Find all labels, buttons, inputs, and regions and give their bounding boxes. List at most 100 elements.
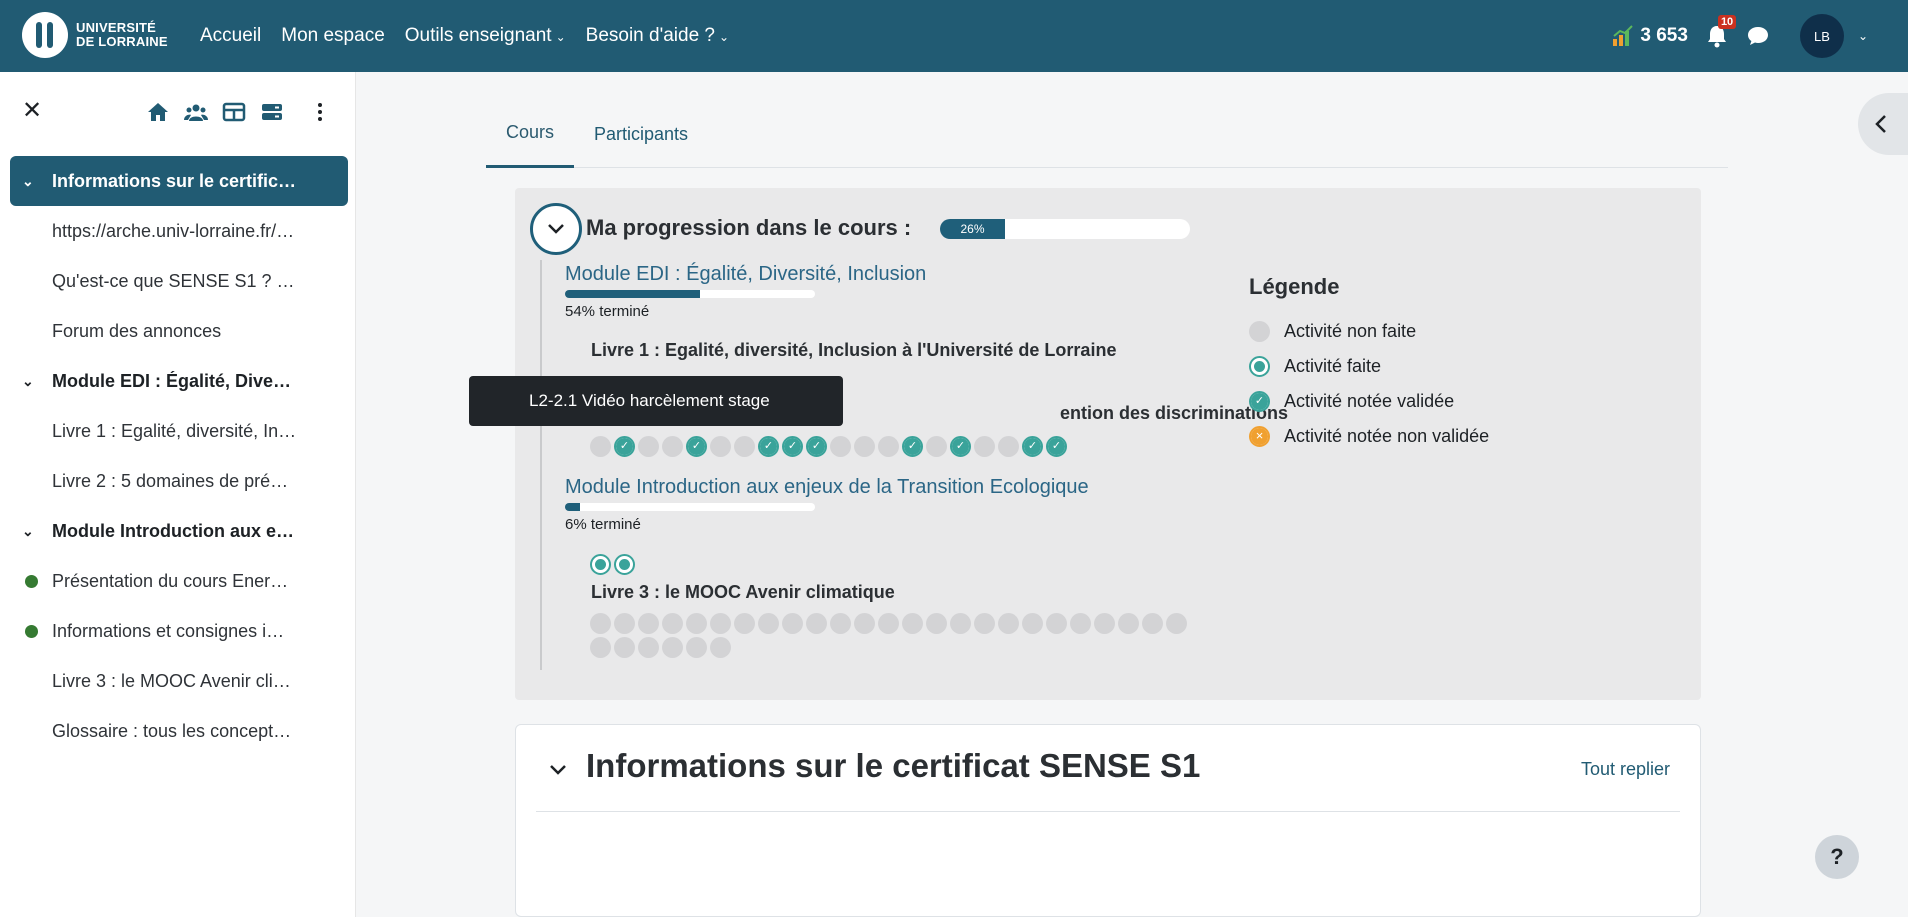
activity-status-icon[interactable] bbox=[590, 436, 611, 457]
activity-status-icon[interactable] bbox=[710, 436, 731, 457]
activity-status-icon[interactable] bbox=[902, 613, 923, 634]
activity-status-icon[interactable] bbox=[1166, 613, 1187, 634]
activity-status-icon[interactable] bbox=[758, 436, 779, 457]
activity-status-icon[interactable] bbox=[1046, 436, 1067, 457]
chevron-down-icon[interactable]: ⌄ bbox=[22, 173, 42, 190]
activity-status-icon[interactable] bbox=[854, 613, 875, 634]
activity-status-icon[interactable] bbox=[830, 613, 851, 634]
activity-status-icon[interactable] bbox=[662, 613, 683, 634]
activity-status-icon[interactable] bbox=[614, 613, 635, 634]
sidebar-activity[interactable]: Livre 3 : le MOOC Avenir cli… bbox=[10, 656, 348, 706]
users-icon[interactable] bbox=[184, 100, 208, 124]
sidebar-activity[interactable]: Forum des annonces bbox=[10, 306, 348, 356]
section-chevron-icon[interactable] bbox=[548, 761, 568, 782]
nav-accueil[interactable]: Accueil bbox=[200, 25, 261, 47]
legend-title: Légende bbox=[1249, 274, 1340, 299]
activity-status-icon[interactable] bbox=[782, 436, 803, 457]
activity-status-icon[interactable] bbox=[878, 613, 899, 634]
activity-status-icon[interactable] bbox=[734, 436, 755, 457]
activity-status-icon[interactable] bbox=[590, 613, 611, 634]
activity-status-icon[interactable] bbox=[1094, 613, 1115, 634]
activity-status-icon[interactable] bbox=[782, 613, 803, 634]
chevron-down-icon[interactable]: ⌄ bbox=[22, 373, 42, 390]
sidebar-item-label: Informations et consignes i… bbox=[52, 620, 285, 641]
activity-status-icon[interactable] bbox=[806, 613, 827, 634]
activity-status-icon[interactable] bbox=[758, 613, 779, 634]
user-menu-chevron-icon[interactable]: ⌄ bbox=[1858, 29, 1868, 43]
more-options-icon[interactable] bbox=[308, 100, 332, 124]
activity-status-icon[interactable] bbox=[1070, 613, 1091, 634]
home-icon[interactable] bbox=[146, 100, 170, 124]
activity-status-icon[interactable] bbox=[950, 436, 971, 457]
messages-button[interactable] bbox=[1746, 25, 1770, 47]
activity-status-icon[interactable] bbox=[734, 613, 755, 634]
sidebar-activity[interactable]: Présentation du cours Ener… bbox=[10, 556, 348, 606]
activity-status-icon[interactable] bbox=[614, 436, 635, 457]
university-logo[interactable]: UNIVERSITÉ DE LORRAINE bbox=[22, 12, 168, 58]
activity-status-icon[interactable] bbox=[1046, 613, 1067, 634]
activity-status-icon[interactable] bbox=[710, 637, 731, 658]
activity-status-icon[interactable] bbox=[638, 613, 659, 634]
activity-status-icon[interactable] bbox=[614, 637, 635, 658]
activity-status-icon[interactable] bbox=[998, 436, 1019, 457]
sidebar-activity[interactable]: Livre 2 : 5 domaines de pré… bbox=[10, 456, 348, 506]
activity-status-icon[interactable] bbox=[998, 613, 1019, 634]
notifications-button[interactable]: 10 bbox=[1706, 15, 1737, 48]
sidebar-activity[interactable]: Livre 1 : Egalité, diversité, In… bbox=[10, 406, 348, 456]
tab-cours[interactable]: Cours bbox=[486, 100, 575, 168]
activity-status-icon[interactable] bbox=[710, 613, 731, 634]
legend: Légende Activité non faite Activité fait… bbox=[1249, 274, 1489, 454]
activity-status-icon[interactable] bbox=[590, 637, 611, 658]
sidebar-activity[interactable]: https://arche.univ-lorraine.fr/… bbox=[10, 206, 348, 256]
user-avatar[interactable]: LB bbox=[1799, 14, 1844, 58]
activity-status-icon[interactable] bbox=[614, 554, 635, 575]
module-edi: Module EDI : Égalité, Diversité, Inclusi… bbox=[565, 263, 926, 320]
activity-status-icon[interactable] bbox=[1022, 613, 1043, 634]
sidebar-section[interactable]: ⌄ Informations sur le certific… bbox=[10, 156, 348, 206]
activity-status-icon[interactable] bbox=[590, 554, 611, 575]
sidebar-activity[interactable]: Glossaire : tous les concept… bbox=[10, 706, 348, 756]
module-title[interactable]: Module EDI : Égalité, Diversité, Inclusi… bbox=[565, 263, 926, 286]
activity-status-icon[interactable] bbox=[926, 436, 947, 457]
activity-status-icon[interactable] bbox=[830, 436, 851, 457]
activity-status-icon[interactable] bbox=[1142, 613, 1163, 634]
activity-status-icon[interactable] bbox=[1022, 436, 1043, 457]
activity-status-icon[interactable] bbox=[974, 613, 995, 634]
activity-status-icon[interactable] bbox=[638, 436, 659, 457]
sidebar-section[interactable]: ⌄ Module Introduction aux e… bbox=[10, 506, 348, 556]
nav-besoin-aide[interactable]: Besoin d'aide ? ⌄ bbox=[586, 25, 729, 47]
open-block-drawer-button[interactable] bbox=[1858, 93, 1908, 155]
nav-mon-espace[interactable]: Mon espace bbox=[281, 25, 385, 47]
notification-count-badge: 10 bbox=[1717, 15, 1737, 29]
activity-status-icon[interactable] bbox=[686, 637, 707, 658]
grades-table-icon[interactable] bbox=[222, 100, 246, 124]
help-button[interactable]: ? bbox=[1815, 835, 1859, 879]
activity-status-icon[interactable] bbox=[662, 637, 683, 658]
sidebar-activity[interactable]: Informations et consignes i… bbox=[10, 606, 348, 656]
sidebar-activity[interactable]: Qu'est-ce que SENSE S1 ? … bbox=[10, 256, 348, 306]
collapse-progress-button[interactable] bbox=[530, 203, 582, 255]
close-drawer-icon[interactable]: ✕ bbox=[22, 96, 42, 126]
activity-status-icon[interactable] bbox=[854, 436, 875, 457]
collapse-all-link[interactable]: Tout replier bbox=[1581, 759, 1670, 780]
activity-status-icon[interactable] bbox=[902, 436, 923, 457]
activity-status-icon[interactable] bbox=[926, 613, 947, 634]
activity-status-icon[interactable] bbox=[686, 613, 707, 634]
tab-participants[interactable]: Participants bbox=[574, 100, 708, 168]
nav-outils-enseignant[interactable]: Outils enseignant ⌄ bbox=[405, 25, 566, 47]
module-progress-fill bbox=[565, 290, 700, 298]
chevron-down-icon[interactable]: ⌄ bbox=[22, 523, 42, 540]
database-icon[interactable] bbox=[260, 100, 284, 124]
activity-status-icon[interactable] bbox=[662, 436, 683, 457]
activity-status-icon[interactable] bbox=[806, 436, 827, 457]
stats-widget[interactable]: 3 653 bbox=[1612, 25, 1688, 47]
activity-status-icon[interactable] bbox=[974, 436, 995, 457]
activity-status-icon[interactable] bbox=[638, 637, 659, 658]
activity-status-icon[interactable] bbox=[686, 436, 707, 457]
sidebar-section[interactable]: ⌄ Module EDI : Égalité, Dive… bbox=[10, 356, 348, 406]
activity-status-icon[interactable] bbox=[1118, 613, 1139, 634]
section-title: Informations sur le certificat SENSE S1 bbox=[586, 747, 1201, 784]
module-title[interactable]: Module Introduction aux enjeux de la Tra… bbox=[565, 476, 1089, 499]
activity-status-icon[interactable] bbox=[950, 613, 971, 634]
activity-status-icon[interactable] bbox=[878, 436, 899, 457]
